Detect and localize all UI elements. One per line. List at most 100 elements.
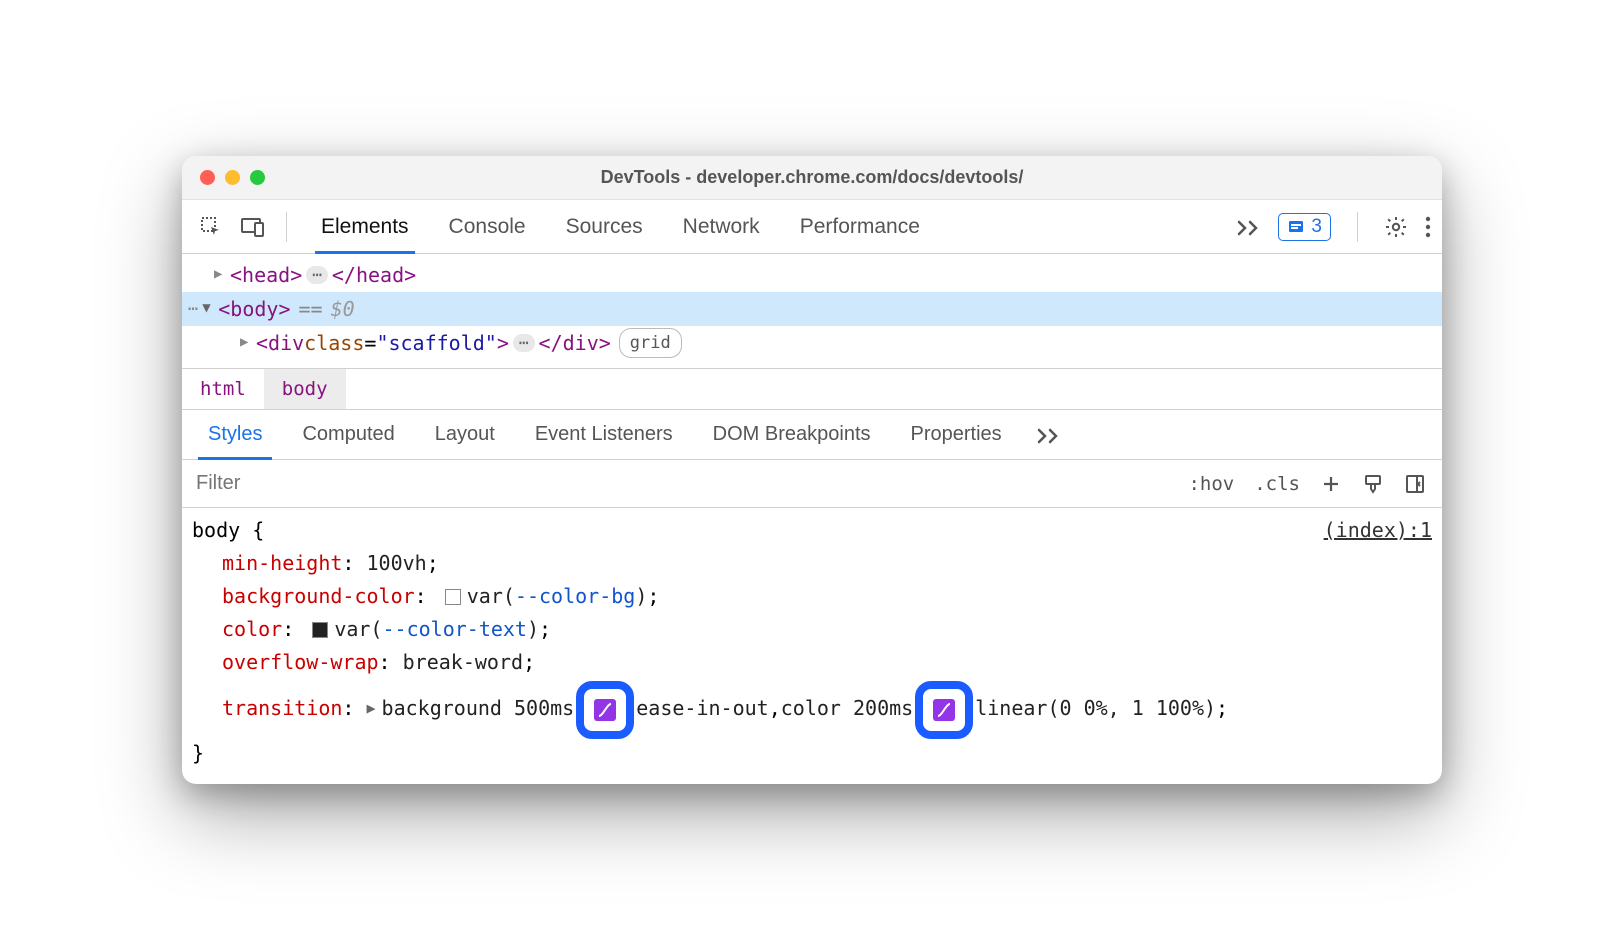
var-color-bg[interactable]: --color-bg: [515, 580, 635, 613]
easing-editor-icon[interactable]: [594, 699, 616, 721]
transition-part2a: color: [781, 692, 841, 725]
dom-tree[interactable]: ▶ <head> ⋯ </head> ⋯ ▼ <body> == $0 ▶ <d…: [182, 254, 1442, 368]
kebab-menu-icon[interactable]: [1424, 215, 1432, 239]
dom-node-body-selected[interactable]: ⋯ ▼ <body> == $0: [182, 292, 1442, 326]
more-tabs-icon[interactable]: [1236, 218, 1262, 236]
subtab-properties[interactable]: Properties: [891, 410, 1022, 459]
collapse-triangle-icon[interactable]: ▼: [202, 297, 218, 321]
ellipsis-icon[interactable]: ⋯: [513, 334, 535, 352]
tab-sources[interactable]: Sources: [546, 200, 663, 253]
highlight-easing-1: [576, 681, 634, 739]
prop-color: color: [222, 613, 282, 646]
window-controls: [182, 170, 265, 185]
settings-icon[interactable]: [1384, 215, 1408, 239]
head-open-tag: <head>: [230, 258, 302, 292]
styles-filter-row: :hov .cls: [182, 460, 1442, 508]
ellipsis-icon[interactable]: ⋯: [306, 266, 328, 284]
rule-header: body { (index):1: [192, 514, 1432, 547]
prop-background-color: background-color: [222, 580, 415, 613]
var-color-text[interactable]: --color-text: [382, 613, 527, 646]
close-window-button[interactable]: [200, 170, 215, 185]
window-title: DevTools - developer.chrome.com/docs/dev…: [182, 167, 1442, 188]
subtab-computed[interactable]: Computed: [282, 410, 414, 459]
decl-transition[interactable]: transition: ▶ background 500ms ease-in-o…: [192, 679, 1432, 737]
div-open: <div: [256, 326, 304, 360]
filter-tools: :hov .cls: [1172, 473, 1442, 495]
decl-background-color[interactable]: background-color: var(--color-bg);: [192, 580, 1432, 613]
expand-triangle-icon[interactable]: ▶: [240, 331, 256, 355]
selection-dots-icon: ⋯: [188, 295, 198, 324]
highlight-easing-2: [915, 681, 973, 739]
transition-part2c: linear(0 0%, 1 100%): [975, 692, 1216, 725]
var-fn: var(: [334, 613, 382, 646]
styles-subtabs: Styles Computed Layout Event Listeners D…: [182, 410, 1442, 460]
expand-triangle-icon[interactable]: ▶: [214, 263, 230, 287]
toolbar-right: 3: [1236, 212, 1432, 242]
maximize-window-button[interactable]: [250, 170, 265, 185]
titlebar: DevTools - developer.chrome.com/docs/dev…: [182, 156, 1442, 200]
transition-part1c: ease-in-out: [636, 692, 768, 725]
easing-editor-icon[interactable]: [933, 699, 955, 721]
decl-overflow-wrap[interactable]: overflow-wrap: break-word;: [192, 646, 1432, 679]
styles-filter-input[interactable]: [182, 460, 1172, 507]
subtab-styles[interactable]: Styles: [188, 410, 282, 459]
prop-transition: transition: [222, 692, 342, 725]
inspect-element-icon[interactable]: [196, 212, 226, 242]
toolbar-divider: [286, 212, 287, 242]
color-swatch-icon[interactable]: [445, 589, 461, 605]
computed-sidebar-icon[interactable]: [1404, 473, 1426, 495]
head-close-tag: </head>: [332, 258, 416, 292]
transition-part1a: background: [382, 692, 502, 725]
expand-triangle-icon[interactable]: ▶: [367, 696, 376, 721]
subtab-dom-breakpoints[interactable]: DOM Breakpoints: [693, 410, 891, 459]
div-attr-val: "scaffold": [376, 326, 496, 360]
devtools-window: DevTools - developer.chrome.com/docs/dev…: [182, 156, 1442, 784]
cls-toggle[interactable]: .cls: [1254, 473, 1300, 495]
grid-badge[interactable]: grid: [619, 328, 682, 359]
tab-network[interactable]: Network: [663, 200, 780, 253]
decl-color[interactable]: color: var(--color-text);: [192, 613, 1432, 646]
subtab-event-listeners[interactable]: Event Listeners: [515, 410, 693, 459]
main-tabs: Elements Console Sources Network Perform…: [301, 200, 940, 253]
transition-comma: ,: [769, 692, 781, 725]
prop-overflow-wrap: overflow-wrap: [222, 646, 379, 679]
tab-elements[interactable]: Elements: [301, 200, 429, 253]
rule-close-brace: }: [192, 737, 1432, 770]
body-open-tag: <body>: [218, 292, 290, 326]
hov-toggle[interactable]: :hov: [1188, 473, 1234, 495]
breadcrumb: html body: [182, 368, 1442, 410]
styles-pane[interactable]: body { (index):1 min-height: 100vh; back…: [182, 508, 1442, 784]
minimize-window-button[interactable]: [225, 170, 240, 185]
toolbar-divider-right: [1357, 212, 1358, 242]
subtab-layout[interactable]: Layout: [415, 410, 515, 459]
crumb-html[interactable]: html: [182, 369, 264, 409]
tab-performance[interactable]: Performance: [780, 200, 940, 253]
paint-brush-icon[interactable]: [1362, 473, 1384, 495]
val-overflow-wrap: break-word: [403, 646, 523, 679]
var-fn: var(: [467, 580, 515, 613]
transition-part2b: 200ms: [853, 692, 913, 725]
body-dollar: $0: [331, 292, 355, 326]
div-close: </div>: [539, 326, 611, 360]
div-attr-name: class: [304, 326, 364, 360]
body-eq: ==: [299, 292, 323, 326]
div-attr-eq: =: [364, 326, 376, 360]
decl-min-height[interactable]: min-height: 100vh;: [192, 547, 1432, 580]
more-subtabs-icon[interactable]: [1022, 410, 1076, 459]
div-open-close: >: [497, 326, 509, 360]
main-toolbar: Elements Console Sources Network Perform…: [182, 200, 1442, 254]
transition-part1b: 500ms: [514, 692, 574, 725]
new-style-rule-icon[interactable]: [1320, 473, 1342, 495]
color-swatch-icon[interactable]: [312, 622, 328, 638]
rule-source-link[interactable]: (index):1: [1324, 514, 1432, 547]
issues-badge[interactable]: 3: [1278, 213, 1331, 241]
tab-console[interactable]: Console: [429, 200, 546, 253]
dom-node-head[interactable]: ▶ <head> ⋯ </head>: [186, 258, 1442, 292]
val-min-height: 100vh: [367, 547, 427, 580]
dom-node-div[interactable]: ▶ <div class="scaffold"> ⋯ </div> grid: [186, 326, 1442, 360]
issues-count: 3: [1311, 216, 1322, 238]
crumb-body[interactable]: body: [264, 369, 346, 409]
device-toolbar-icon[interactable]: [238, 212, 268, 242]
prop-min-height: min-height: [222, 547, 342, 580]
rule-selector[interactable]: body {: [192, 514, 264, 547]
